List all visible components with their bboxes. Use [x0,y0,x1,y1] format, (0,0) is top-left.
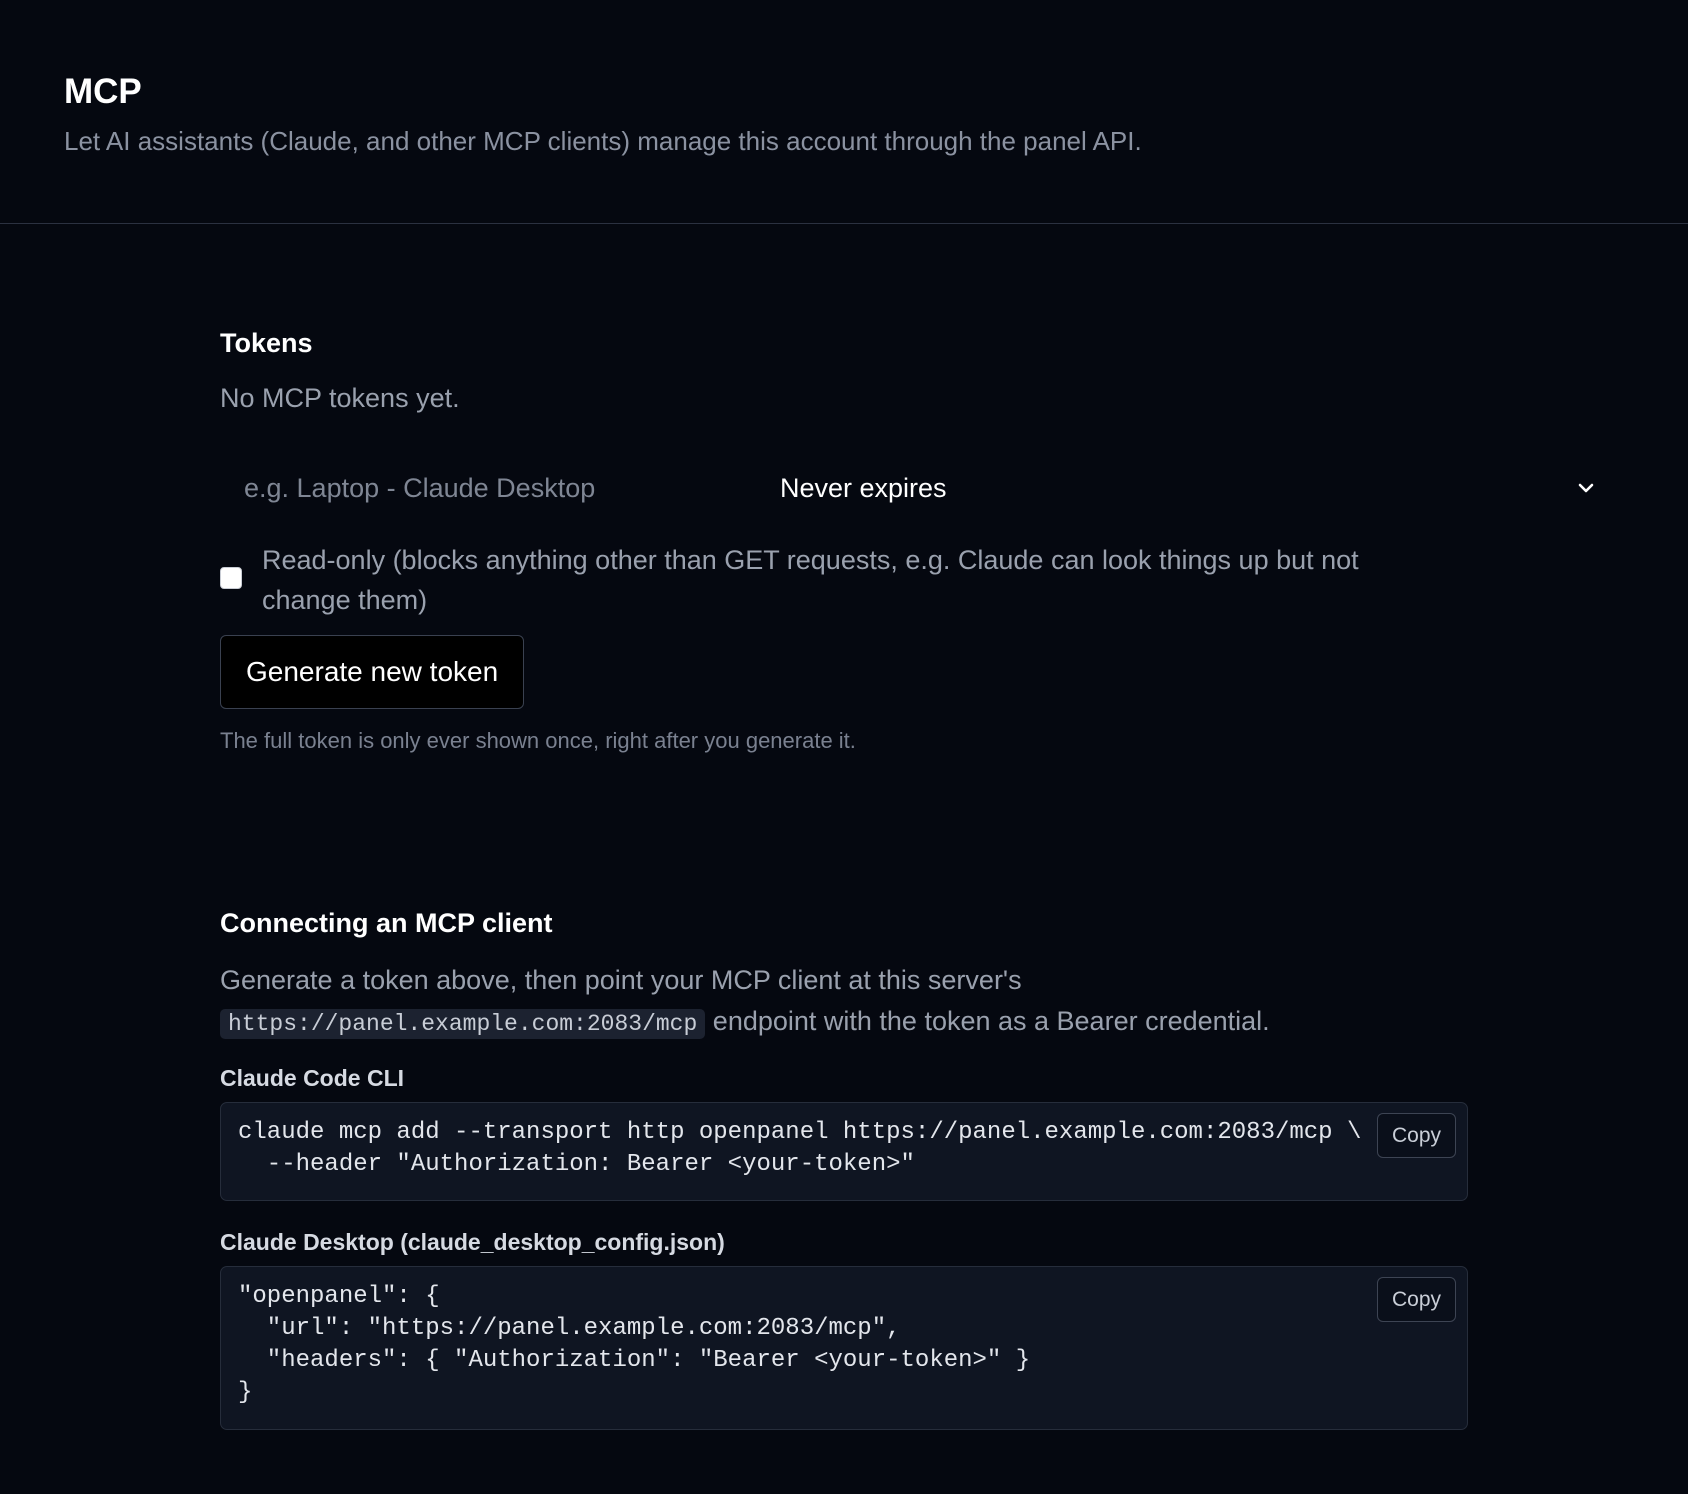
connect-text-after: endpoint with the token as a Bearer cred… [712,1006,1270,1036]
desktop-code-block: "openpanel": { "url": "https://panel.exa… [220,1266,1468,1430]
tokens-empty-text: No MCP tokens yet. [220,383,460,413]
connect-section-title: Connecting an MCP client [220,908,553,938]
desktop-code: "openpanel": { "url": "https://panel.exa… [238,1283,1031,1406]
readonly-checkbox[interactable] [220,567,242,589]
token-name-input[interactable] [220,458,740,518]
token-expiry-value: Never expires [780,472,947,503]
readonly-label[interactable]: Read-only (blocks anything other than GE… [262,540,1412,620]
desktop-heading: Claude Desktop (claude_desktop_config.js… [220,1229,725,1255]
copy-cli-button[interactable]: Copy [1377,1113,1456,1158]
tokens-section-title: Tokens [220,328,313,358]
cli-heading: Claude Code CLI [220,1065,405,1091]
token-hint: The full token is only ever shown once, … [220,728,856,753]
token-expiry-select[interactable]: Never expires [758,458,1594,518]
readonly-option: Read-only (blocks anything other than GE… [220,540,1420,624]
generate-token-button[interactable]: Generate new token [220,635,525,709]
endpoint-url: https://panel.example.com:2083/mcp [220,1009,706,1039]
copy-desktop-button[interactable]: Copy [1377,1277,1456,1322]
page-header: MCP Let AI assistants (Claude, and other… [0,0,1688,224]
cli-code-block: claude mcp add --transport http openpane… [220,1102,1468,1201]
chevron-down-icon [1578,483,1594,493]
connect-text-before: Generate a token above, then point your … [220,965,1022,995]
page-subtitle: Let AI assistants (Claude, and other MCP… [64,126,1142,156]
cli-code: claude mcp add --transport http openpane… [238,1119,1362,1178]
connect-description: Generate a token above, then point your … [220,960,1470,1045]
token-form: Never expires [220,458,1594,518]
page-title: MCP [64,72,142,111]
